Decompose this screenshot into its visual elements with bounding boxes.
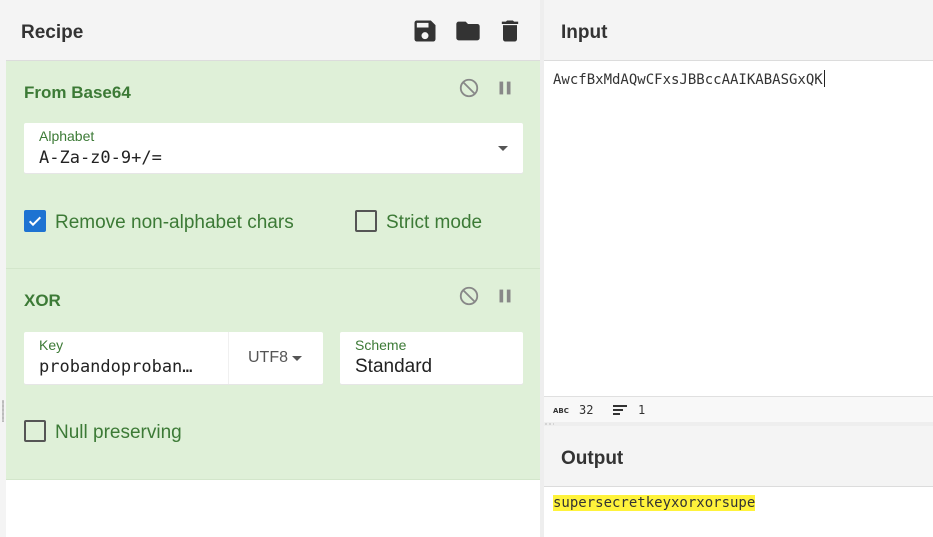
- key-input[interactable]: probandoproban…: [39, 357, 209, 377]
- line-count-icon: [613, 405, 627, 415]
- scheme-label: Scheme: [355, 337, 407, 353]
- text-cursor: [823, 70, 825, 87]
- operation-title: From Base64: [24, 83, 131, 102]
- key-label: Key: [39, 337, 64, 353]
- remove-non-alphabet-label[interactable]: Remove non-alphabet chars: [55, 212, 294, 234]
- strict-mode-checkbox[interactable]: [355, 210, 377, 232]
- recipe-header: Recipe: [6, 0, 540, 61]
- folder-icon[interactable]: [454, 17, 482, 45]
- remove-non-alphabet-checkbox[interactable]: [24, 210, 46, 232]
- output-title: Output: [561, 448, 624, 469]
- input-textarea[interactable]: AwcfBxMdAQwCFxsJBBccAAIKABASGxQK: [544, 61, 933, 396]
- key-encoding-value: UTF8: [248, 349, 288, 366]
- alphabet-select[interactable]: Alphabet A-Za-z0-9+/=: [24, 123, 523, 173]
- cyberchef-app: Recipe From Base64 Alphabet A-Za-z0-9+/=…: [0, 0, 933, 537]
- line-count: 1: [638, 403, 646, 417]
- null-preserving-label[interactable]: Null preserving: [55, 422, 182, 444]
- chevron-down-icon: [498, 146, 508, 151]
- alphabet-value: A-Za-z0-9+/=: [39, 148, 162, 168]
- recipe-panel: Recipe From Base64 Alphabet A-Za-z0-9+/=…: [6, 0, 540, 537]
- input-status-bar: ABC 32 1: [544, 396, 933, 423]
- save-icon[interactable]: [411, 17, 439, 45]
- input-text: AwcfBxMdAQwCFxsJBBccAAIKABASGxQK: [553, 72, 823, 88]
- scheme-value: Standard: [355, 356, 433, 377]
- operation-xor: XOR Key probandoproban… UTF8 Scheme Stan…: [6, 269, 540, 480]
- output-text: supersecretkeyxorxorsupe: [553, 495, 756, 511]
- scheme-select[interactable]: Scheme Standard: [340, 332, 523, 384]
- operation-title: XOR: [24, 291, 61, 310]
- key-divider: [228, 332, 229, 384]
- disable-icon[interactable]: [458, 285, 480, 307]
- pause-icon[interactable]: [494, 285, 516, 307]
- alphabet-label: Alphabet: [39, 128, 95, 144]
- chevron-down-icon: [292, 356, 302, 361]
- output-textarea[interactable]: supersecretkeyxorxorsupe: [544, 487, 933, 537]
- output-header: Output: [544, 426, 933, 487]
- char-count-icon: ABC: [553, 407, 569, 414]
- input-title: Input: [561, 22, 608, 43]
- recipe-title: Recipe: [21, 22, 84, 43]
- input-header: Input: [544, 0, 933, 61]
- key-field: Key probandoproban… UTF8: [24, 332, 323, 384]
- disable-icon[interactable]: [458, 77, 480, 99]
- strict-mode-label[interactable]: Strict mode: [386, 212, 482, 234]
- char-count: 32: [579, 403, 594, 417]
- trash-icon[interactable]: [496, 17, 524, 45]
- pause-icon[interactable]: [494, 77, 516, 99]
- operation-from-base64: From Base64 Alphabet A-Za-z0-9+/= Remove…: [6, 61, 540, 269]
- null-preserving-checkbox[interactable]: [24, 420, 46, 442]
- svg-text:ABC: ABC: [553, 407, 569, 414]
- key-encoding-dropdown[interactable]: UTF8: [248, 349, 288, 367]
